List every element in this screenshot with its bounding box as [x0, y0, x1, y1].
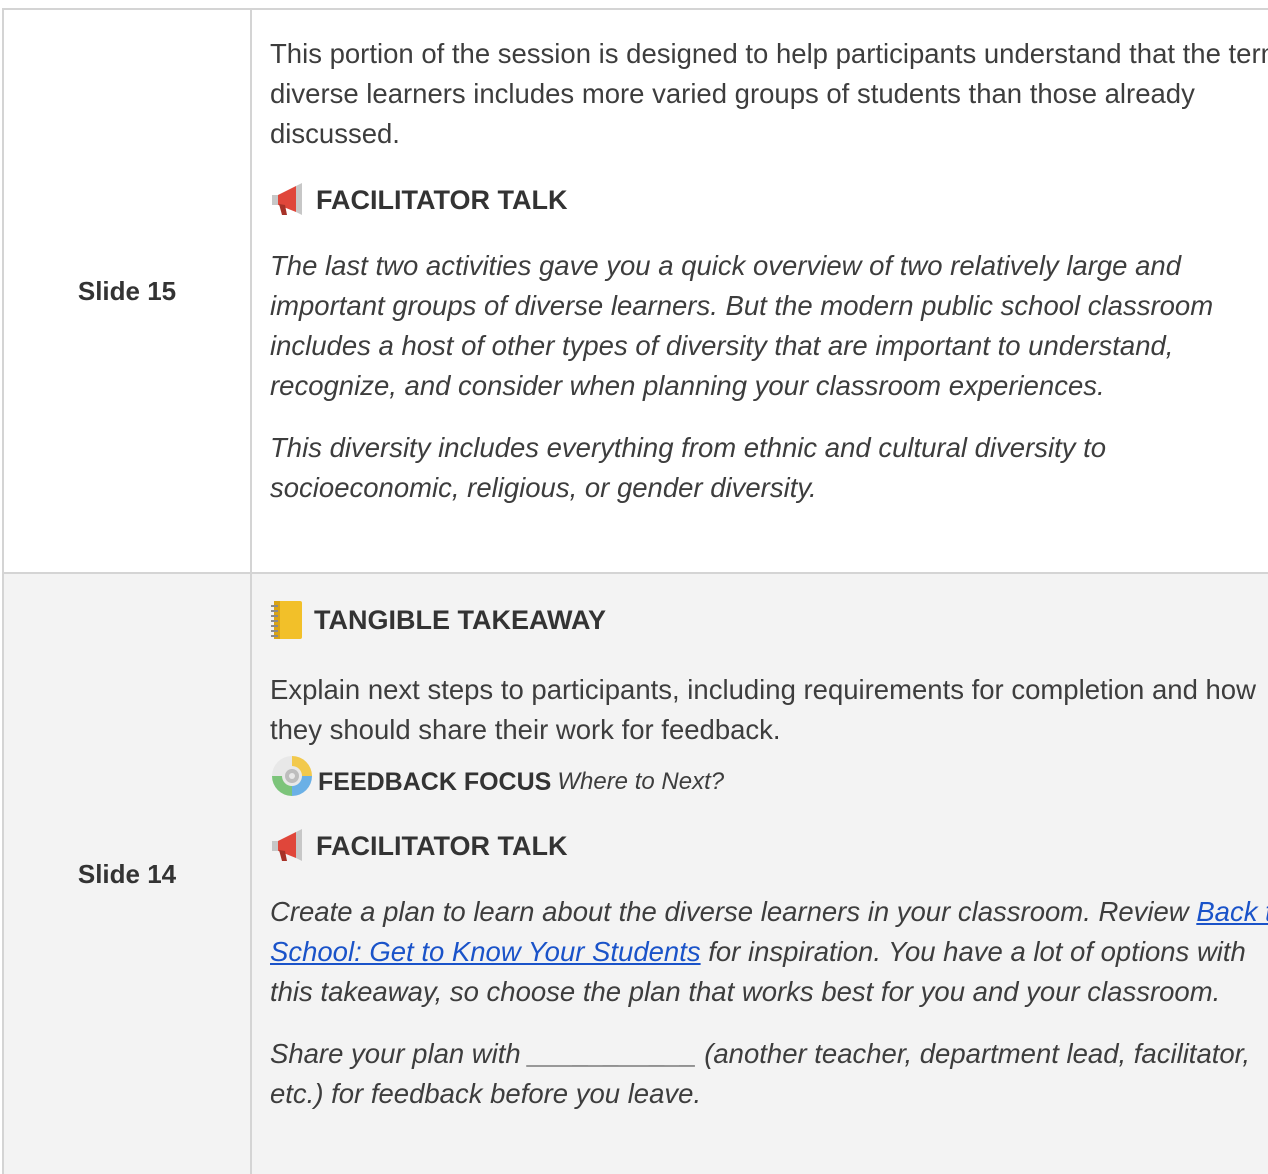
table-row: Slide 15 This portion of the session is …: [2, 8, 1268, 572]
feedback-focus-label: FEEDBACK FOCUS: [318, 768, 552, 796]
row-content: TANGIBLE TAKEAWAY Explain next steps to …: [252, 574, 1268, 1174]
talk-paragraph: Create a plan to learn about the diverse…: [270, 892, 1268, 1012]
explain-text: Explain next steps to participants, incl…: [270, 674, 1256, 745]
heading-label: FACILITATOR TALK: [316, 185, 568, 215]
share-paragraph: Share your plan with ___________ (anothe…: [270, 1038, 1250, 1109]
talk-paragraph: This diversity includes everything from …: [270, 432, 1107, 503]
heading-label: FACILITATOR TALK: [316, 831, 568, 861]
facilitator-talk-heading: FACILITATOR TALK: [270, 180, 1268, 220]
notebook-icon: [270, 600, 306, 640]
megaphone-icon: [270, 183, 308, 217]
row-content: This portion of the session is designed …: [252, 10, 1268, 572]
facilitator-talk-heading: FACILITATOR TALK: [270, 826, 1268, 866]
heading-label: TANGIBLE TAKEAWAY: [314, 605, 607, 635]
intro-text: This portion of the session is designed …: [270, 38, 1268, 149]
feedback-focus-subtitle: Where to Next?: [557, 768, 725, 795]
feedback-focus: FEEDBACK FOCUS Where to Next?: [270, 756, 1268, 804]
feedback-cycle-icon: [270, 754, 314, 810]
plan-text-before: Create a plan to learn about the diverse…: [270, 896, 1197, 927]
talk-paragraph: The last two activities gave you a quick…: [270, 250, 1214, 401]
slide-label: Slide 15: [2, 10, 252, 572]
lesson-table: Slide 15 This portion of the session is …: [2, 8, 1268, 1174]
table-row: Slide 14 TANGIBLE TAKEAWAY Explain next …: [2, 572, 1268, 1174]
megaphone-icon: [270, 829, 308, 863]
tangible-takeaway-heading: TANGIBLE TAKEAWAY: [270, 600, 1268, 640]
slide-label: Slide 14: [2, 574, 252, 1174]
